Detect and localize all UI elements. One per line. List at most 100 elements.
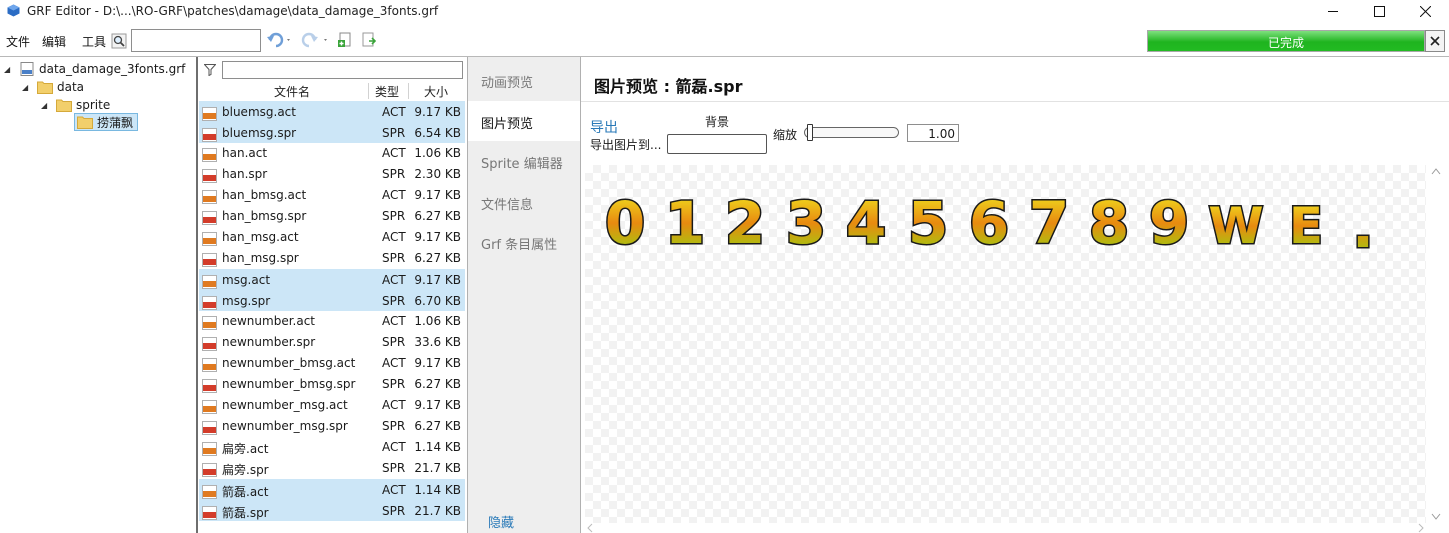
collapse-arrow-icon[interactable]: ◢ (4, 65, 14, 74)
horizontal-scrollbar[interactable] (585, 523, 1426, 533)
file-row[interactable]: newnumber_msg.spr SPR 6.27 KB (199, 416, 465, 437)
file-row[interactable]: msg.act ACT 9.17 KB (199, 269, 465, 290)
file-row[interactable]: newnumber_bmsg.act ACT 9.17 KB (199, 353, 465, 374)
search-input[interactable] (131, 29, 261, 52)
file-type: ACT (382, 188, 406, 202)
image-preview-panel: 图片预览 : 箭磊.spr 导出 导出图片到... 背景 缩放 1.00 012… (581, 57, 1449, 533)
file-row[interactable]: 扁旁.spr SPR 21.7 KB (199, 458, 465, 479)
file-row[interactable]: newnumber_msg.act ACT 9.17 KB (199, 395, 465, 416)
file-size: 1.14 KB (414, 440, 461, 454)
file-row[interactable]: han.spr SPR 2.30 KB (199, 164, 465, 185)
add-file-icon (338, 32, 351, 47)
tab-image-preview[interactable]: 图片预览 (468, 101, 581, 141)
column-header-type[interactable]: 类型 (375, 83, 399, 99)
background-picker[interactable] (667, 134, 767, 154)
file-row[interactable]: msg.spr SPR 6.70 KB (199, 290, 465, 311)
tree-item-root[interactable]: ◢ data_damage_3fonts.grf (4, 60, 185, 78)
column-separator[interactable] (368, 83, 369, 99)
file-row[interactable]: 扁旁.act ACT 1.14 KB (199, 437, 465, 458)
filter-input[interactable] (222, 61, 463, 79)
menu-edit[interactable]: 编辑 (42, 33, 66, 50)
collapse-arrow-icon[interactable]: ◢ (41, 101, 51, 110)
act-file-icon (202, 148, 217, 162)
file-size: 9.17 KB (414, 398, 461, 412)
add-file-button[interactable] (337, 31, 353, 49)
file-row[interactable]: han_bmsg.act ACT 9.17 KB (199, 185, 465, 206)
column-separator[interactable] (408, 83, 409, 99)
column-header-size[interactable]: 大小 (424, 83, 448, 99)
file-type: SPR (382, 126, 406, 140)
file-size: 1.14 KB (414, 483, 461, 497)
tab-label: 图片预览 (481, 117, 534, 132)
zoom-slider[interactable] (804, 124, 899, 141)
column-header-name[interactable]: 文件名 (274, 83, 310, 99)
file-row[interactable]: han.act ACT 1.06 KB (199, 143, 465, 164)
spr-file-icon (202, 211, 217, 225)
sprite-glyph: 0 (605, 189, 645, 257)
progress-close-button[interactable] (1425, 30, 1445, 52)
undo-button[interactable] (266, 31, 292, 49)
file-row[interactable]: han_msg.spr SPR 6.27 KB (199, 248, 465, 269)
file-type: ACT (382, 356, 406, 370)
file-size: 9.17 KB (414, 273, 461, 287)
file-name: han_msg.spr (222, 251, 299, 265)
tree-item-label: data (57, 80, 85, 94)
sprite-glyph: 6 (969, 189, 1009, 257)
sprite-glyph: 5 (908, 189, 948, 257)
file-size: 33.6 KB (414, 335, 461, 349)
file-name: 扁旁.act (222, 442, 269, 456)
file-name: han.spr (222, 167, 268, 181)
zoom-input[interactable]: 1.00 (907, 124, 959, 142)
redo-button[interactable] (301, 31, 329, 49)
spr-file-icon (202, 253, 217, 267)
file-row[interactable]: han_bmsg.spr SPR 6.27 KB (199, 206, 465, 227)
file-row[interactable]: bluemsg.act ACT 9.17 KB (199, 101, 465, 122)
tab-animation-preview[interactable]: 动画预览 (468, 60, 580, 100)
file-name: newnumber.act (222, 314, 316, 328)
folder-tree: ◢ data_damage_3fonts.grf ◢ data ◢ sprite… (0, 57, 197, 533)
file-type: ACT (382, 273, 406, 287)
tree-item-data[interactable]: ◢ data (22, 78, 84, 96)
tree-item-selected[interactable]: 捞蒲飘 (74, 113, 139, 131)
close-button[interactable] (1402, 0, 1448, 22)
file-row[interactable]: newnumber_bmsg.spr SPR 6.27 KB (199, 374, 465, 395)
minimize-button[interactable] (1310, 0, 1356, 22)
tab-label: Grf 条目属性 (481, 238, 558, 253)
tab-file-info[interactable]: 文件信息 (468, 182, 580, 222)
menu-tools[interactable]: 工具 (82, 33, 106, 50)
tree-item-sprite[interactable]: ◢ sprite (41, 96, 110, 114)
file-size: 9.17 KB (414, 230, 461, 244)
extract-button[interactable] (361, 31, 377, 49)
search-icon[interactable] (111, 33, 127, 49)
act-file-icon (202, 485, 217, 499)
file-name: han_msg.act (222, 230, 299, 244)
spr-file-icon (202, 296, 217, 310)
vertical-scrollbar[interactable] (1429, 165, 1443, 523)
menu-file[interactable]: 文件 (6, 33, 30, 50)
act-file-icon (202, 190, 217, 204)
file-row[interactable]: 箭磊.spr SPR 21.7 KB (199, 500, 465, 521)
hide-link[interactable]: 隐藏 (488, 512, 514, 531)
tab-grf-properties[interactable]: Grf 条目属性 (468, 222, 580, 262)
redo-icon (301, 32, 327, 48)
file-size: 6.27 KB (414, 419, 461, 433)
file-type: SPR (382, 251, 406, 265)
file-type: SPR (382, 335, 406, 349)
export-link[interactable]: 导出 (590, 117, 618, 137)
file-row[interactable]: newnumber.spr SPR 33.6 KB (199, 332, 465, 353)
tab-sprite-editor[interactable]: Sprite 编辑器 (468, 141, 580, 181)
collapse-arrow-icon[interactable]: ◢ (22, 83, 32, 92)
file-row[interactable]: newnumber.act ACT 1.06 KB (199, 311, 465, 332)
spr-file-icon (202, 506, 217, 520)
file-row[interactable]: bluemsg.spr SPR 6.54 KB (199, 122, 465, 143)
file-name: bluemsg.act (222, 105, 296, 119)
file-name: bluemsg.spr (222, 126, 297, 140)
file-type: ACT (382, 230, 406, 244)
maximize-button[interactable] (1356, 0, 1402, 22)
sprite-glyph: W (1208, 197, 1263, 255)
file-size: 9.17 KB (414, 356, 461, 370)
file-row[interactable]: han_msg.act ACT 9.17 KB (199, 227, 465, 248)
file-row[interactable]: 箭磊.act ACT 1.14 KB (199, 479, 465, 500)
zoom-slider-thumb[interactable] (807, 124, 813, 141)
export-to-label[interactable]: 导出图片到... (590, 136, 661, 153)
